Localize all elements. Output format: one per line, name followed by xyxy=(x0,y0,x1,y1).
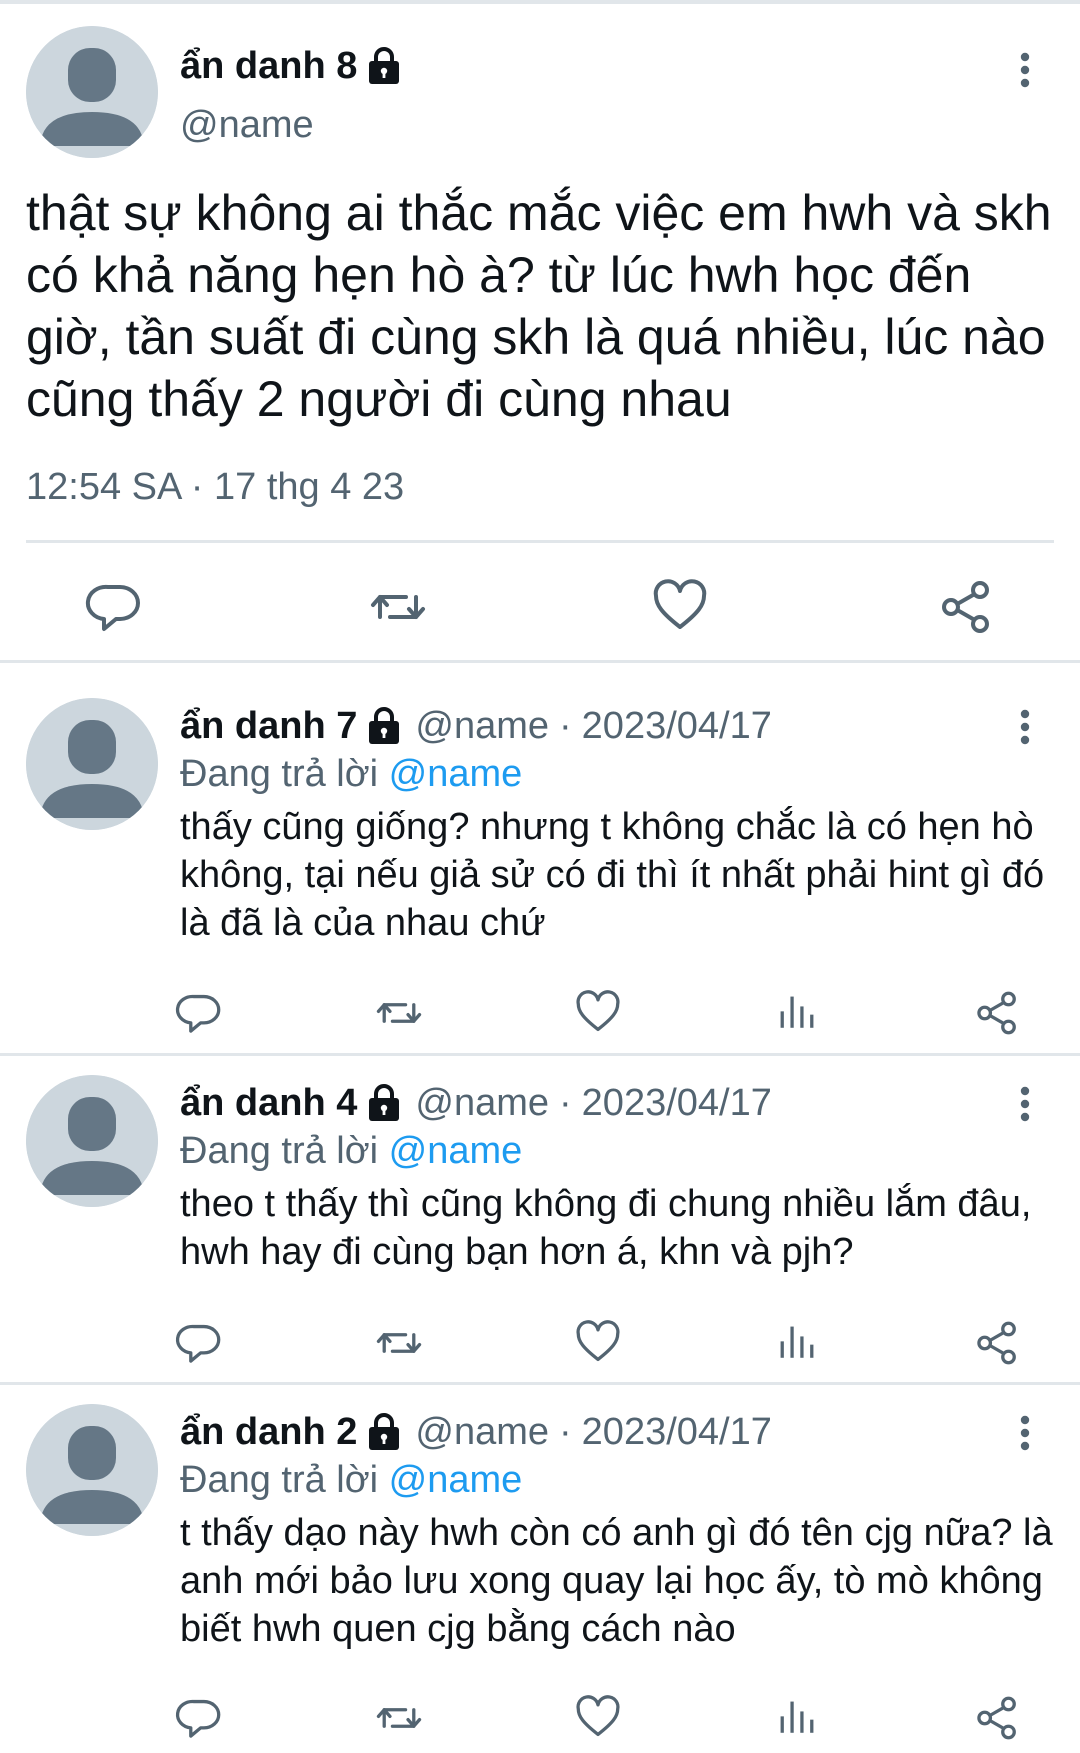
reply-date[interactable]: 2023/04/17 xyxy=(582,705,772,748)
main-tweet: ẩn danh 8 @name thật sự không ai thắc mắ… xyxy=(0,4,1080,664)
author-handle[interactable]: @name xyxy=(415,1082,549,1125)
author-handle[interactable]: @name xyxy=(415,705,549,748)
reply-author-row: ẩn danh 7 @name · 2023/04/17 xyxy=(180,701,772,751)
tweet-text: thật sự không ai thắc mắc việc em hwh và… xyxy=(26,185,1052,427)
analytics-icon[interactable] xyxy=(774,1320,820,1366)
share-icon[interactable] xyxy=(938,579,994,635)
more-options-icon[interactable] xyxy=(1005,1084,1045,1124)
replying-to: Đang trả lời @name xyxy=(180,753,522,796)
avatar[interactable] xyxy=(26,698,158,830)
reply-tweet[interactable]: ẩn danh 7 @name · 2023/04/17 Đang trả lờ… xyxy=(0,663,1080,1053)
reply-actions xyxy=(0,990,1080,1036)
retweet-icon[interactable] xyxy=(376,1320,422,1366)
reply-tweet[interactable]: ẩn danh 4 @name · 2023/04/17 Đang trả lờ… xyxy=(0,1056,1080,1382)
reply-icon[interactable] xyxy=(175,1320,222,1366)
tweet-timestamp[interactable]: 12:54 SA · 17 thg 4 23 xyxy=(26,466,404,509)
lock-icon xyxy=(367,1083,401,1123)
lock-icon xyxy=(367,46,401,86)
replying-to-label: Đang trả lời xyxy=(180,753,379,795)
lock-icon xyxy=(367,1412,401,1452)
author-handle[interactable]: @name xyxy=(415,1411,549,1454)
like-icon[interactable] xyxy=(575,990,621,1036)
avatar[interactable] xyxy=(26,1404,158,1536)
reply-date[interactable]: 2023/04/17 xyxy=(582,1082,772,1125)
share-icon[interactable] xyxy=(974,1695,1020,1741)
author-handle[interactable]: @name xyxy=(180,104,314,147)
separator-dot: · xyxy=(559,704,572,747)
default-avatar-icon xyxy=(26,1075,158,1207)
share-icon[interactable] xyxy=(974,1320,1020,1366)
avatar[interactable] xyxy=(26,26,158,158)
analytics-icon[interactable] xyxy=(774,1695,820,1741)
reply-text: theo t thấy thì cũng không đi chung nhiề… xyxy=(180,1183,1032,1273)
retweet-icon[interactable] xyxy=(370,579,426,635)
display-name[interactable]: ẩn danh 7 xyxy=(180,705,357,748)
reply-text: t thấy dạo này hwh còn có anh gì đó tên … xyxy=(180,1512,1053,1650)
replying-to-label: Đang trả lời xyxy=(180,1130,379,1172)
reply-actions xyxy=(0,1320,1080,1366)
reply-icon[interactable] xyxy=(175,1695,222,1741)
reply-author-row: ẩn danh 4 @name · 2023/04/17 xyxy=(180,1078,772,1128)
more-options-icon[interactable] xyxy=(1005,707,1045,747)
reply-date[interactable]: 2023/04/17 xyxy=(582,1411,772,1454)
reply-tweet[interactable]: ẩn danh 2 @name · 2023/04/17 Đang trả lờ… xyxy=(0,1385,1080,1753)
reply-text: thấy cũng giống? nhưng t không chắc là c… xyxy=(180,806,1045,944)
more-options-icon[interactable] xyxy=(1005,50,1045,90)
replying-to: Đang trả lời @name xyxy=(180,1459,522,1502)
reply-icon[interactable] xyxy=(175,990,222,1036)
author-row: ẩn danh 8 xyxy=(180,40,401,92)
display-name[interactable]: ẩn danh 4 xyxy=(180,1082,357,1125)
retweet-icon[interactable] xyxy=(376,1695,422,1741)
reply-author-row: ẩn danh 2 @name · 2023/04/17 xyxy=(180,1407,772,1457)
mention-link[interactable]: @name xyxy=(389,1459,523,1501)
default-avatar-icon xyxy=(26,26,158,158)
mention-link[interactable]: @name xyxy=(389,753,523,795)
lock-icon xyxy=(367,706,401,746)
default-avatar-icon xyxy=(26,1404,158,1536)
divider xyxy=(26,540,1054,543)
tweet-actions xyxy=(0,579,1080,635)
separator-dot: · xyxy=(559,1410,572,1453)
replying-to-label: Đang trả lời xyxy=(180,1459,379,1501)
share-icon[interactable] xyxy=(974,990,1020,1036)
replying-to: Đang trả lời @name xyxy=(180,1130,522,1173)
separator-dot: · xyxy=(559,1081,572,1124)
more-options-icon[interactable] xyxy=(1005,1413,1045,1453)
retweet-icon[interactable] xyxy=(376,990,422,1036)
reply-icon[interactable] xyxy=(85,579,142,635)
display-name[interactable]: ẩn danh 2 xyxy=(180,1411,357,1454)
reply-actions xyxy=(0,1695,1080,1741)
analytics-icon[interactable] xyxy=(774,990,820,1036)
like-icon[interactable] xyxy=(575,1695,621,1741)
default-avatar-icon xyxy=(26,698,158,830)
like-icon[interactable] xyxy=(652,579,708,635)
mention-link[interactable]: @name xyxy=(389,1130,523,1172)
like-icon[interactable] xyxy=(575,1320,621,1366)
avatar[interactable] xyxy=(26,1075,158,1207)
display-name[interactable]: ẩn danh 8 xyxy=(180,45,357,88)
